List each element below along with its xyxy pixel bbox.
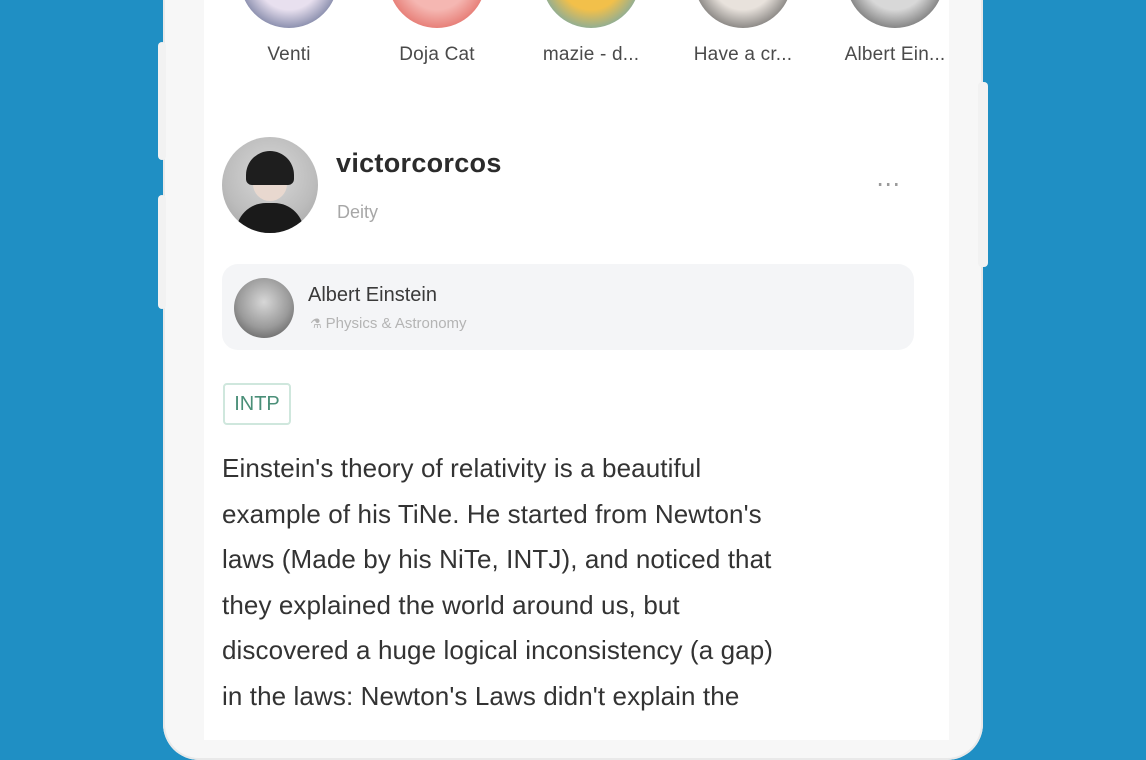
category-label: Physics & Astronomy: [325, 315, 467, 332]
post-body-line: laws (Made by his NiTe, INTJ), and notic…: [222, 544, 772, 574]
post-body-line: in the laws: Newton's Laws didn't explai…: [222, 680, 740, 711]
post-author-avatar[interactable]: [222, 137, 318, 233]
more-options-icon[interactable]: ⋯: [876, 170, 902, 199]
personality-type-tag[interactable]: INTP: [223, 383, 291, 425]
story-avatar: [542, 0, 640, 28]
post-body: Einstein's theory of relativity is a bea…: [222, 446, 942, 719]
post-body-line: Einstein's theory of relativity is a bea…: [222, 453, 702, 483]
post-body-line: they explained the world around us, but: [222, 589, 680, 620]
post-author-rank: Deity: [337, 202, 379, 222]
story-label: Albert Ein...: [844, 44, 946, 65]
stories-row: Venti Doja Cat mazie - d... Have a cr...…: [224, 0, 954, 80]
story-label: Doja Cat: [399, 44, 475, 65]
volume-up-button: [158, 42, 166, 160]
story-avatar: [240, 0, 338, 28]
referenced-profile-category: ⚗ Physics & Astronomy: [310, 315, 467, 332]
story-label: mazie - d...: [542, 44, 640, 65]
story-avatar: [388, 0, 486, 28]
referenced-profile-avatar: [234, 278, 294, 338]
story-label: Venti: [267, 44, 311, 65]
post-author-username[interactable]: victorcorcos: [336, 148, 502, 179]
story-avatar: [694, 0, 792, 28]
power-button: [978, 82, 988, 267]
referenced-profile-name: Albert Einstein: [308, 284, 437, 306]
post-body-line: example of his TiNe. He started from New…: [222, 498, 762, 529]
flask-icon: ⚗: [310, 316, 322, 331]
story-avatar: [846, 0, 944, 28]
volume-down-button: [158, 195, 166, 309]
story-label: Have a cr...: [693, 44, 793, 65]
referenced-profile-card[interactable]: [222, 264, 914, 350]
post-body-line: discovered a huge logical inconsistency …: [222, 635, 774, 665]
